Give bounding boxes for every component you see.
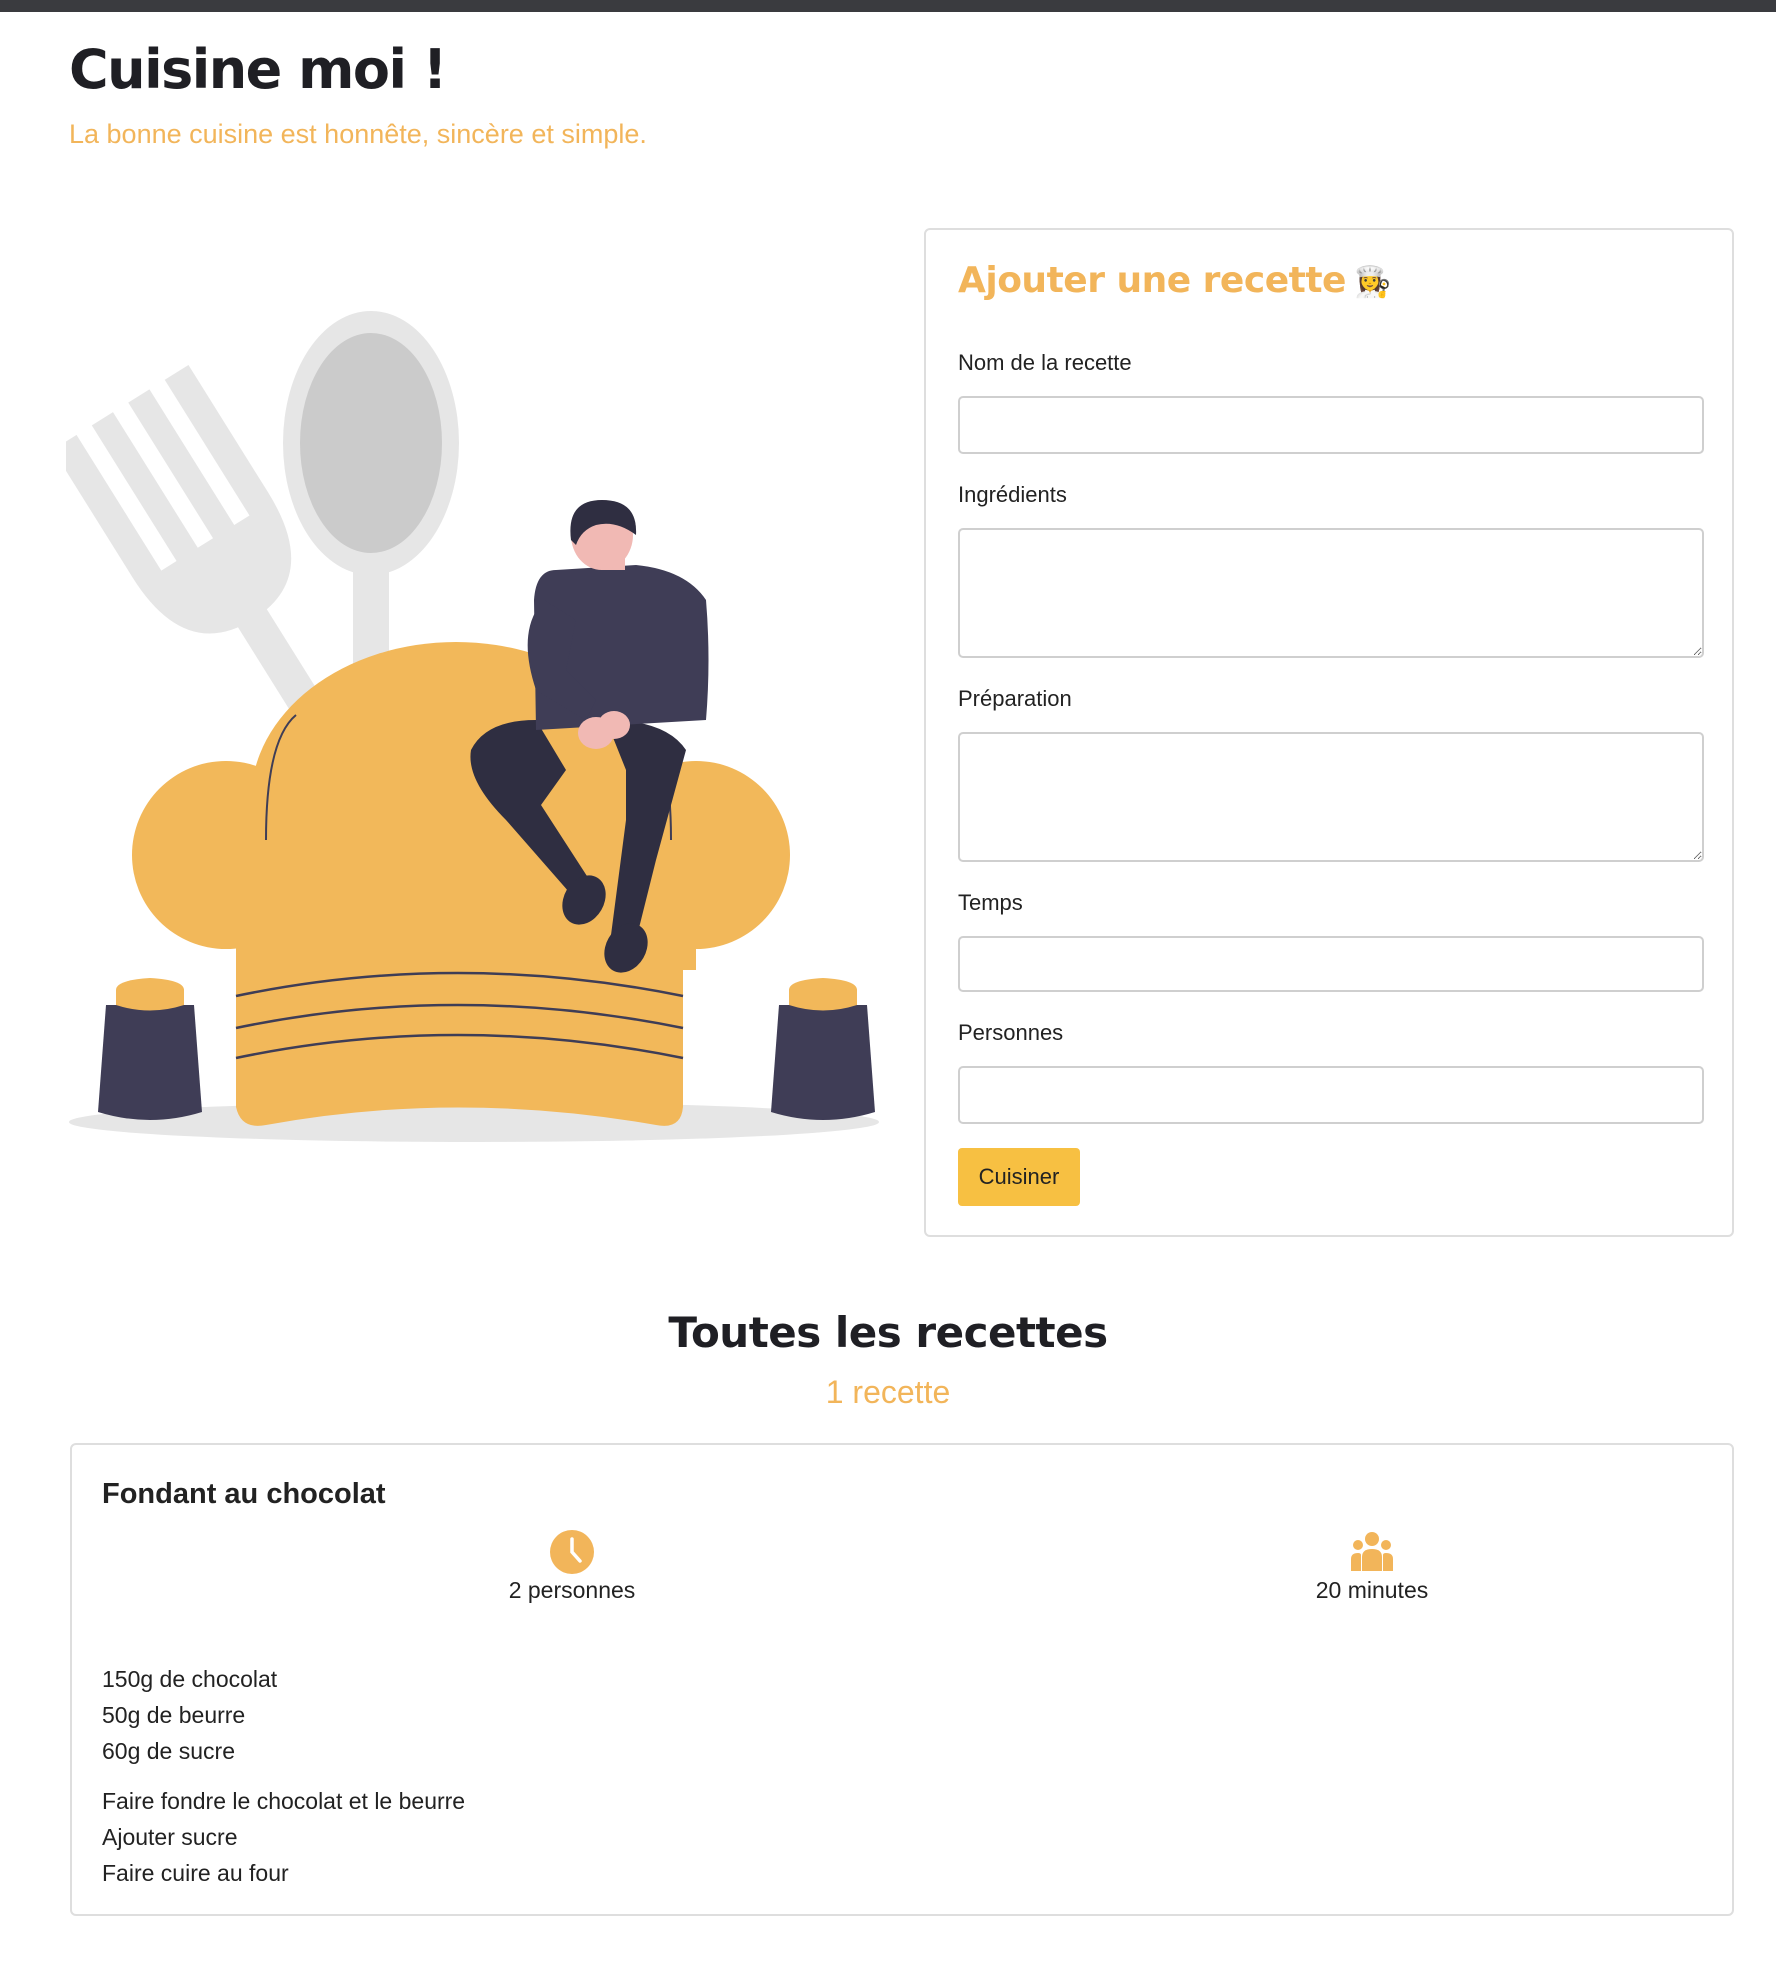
step-item: Faire cuire au four — [102, 1860, 289, 1886]
cook-submit-button[interactable]: Cuisiner — [958, 1148, 1080, 1206]
add-recipe-form: Ajouter une recette 👩‍🍳 Nom de la recette… — [924, 228, 1734, 1237]
ingredient-item: 50g de beurre — [102, 1702, 246, 1728]
salt-shaker-left — [98, 978, 202, 1120]
recipe-time: 20 minutes — [1172, 1529, 1572, 1604]
users-icon — [1351, 1532, 1393, 1571]
recipe-name-label: Nom de la recette — [958, 350, 1132, 375]
recipes-section-title: Toutes les recettes — [668, 1308, 1108, 1357]
chef-hat-illustration — [66, 311, 879, 1142]
form-title-text: Ajouter une recette — [958, 260, 1346, 301]
salt-shaker-right — [771, 978, 875, 1120]
chef-emoji-icon: 👩‍🍳 — [1353, 265, 1391, 300]
recipe-people-text: 2 personnes — [508, 1577, 636, 1603]
ingredient-item: 150g de chocolat — [102, 1666, 278, 1692]
ingredients-label: Ingrédients — [958, 482, 1067, 507]
site-subtitle: La bonne cuisine est honnête, sincère et… — [69, 119, 647, 149]
step-item: Ajouter sucre — [102, 1824, 238, 1850]
people-input[interactable] — [958, 1066, 1704, 1124]
preparation-textarea[interactable] — [958, 732, 1704, 862]
time-input[interactable] — [958, 936, 1704, 992]
recipe-card: Fondant au chocolat 2 personnes 20 minut… — [70, 1443, 1734, 1916]
recipe-people: 2 personnes — [372, 1529, 772, 1604]
recipe-time-text: 20 minutes — [1315, 1577, 1429, 1603]
recipe-count: 1 recette — [825, 1374, 951, 1410]
ingredient-item: 60g de sucre — [102, 1738, 235, 1764]
time-label: Temps — [958, 890, 1023, 915]
preparation-label: Préparation — [958, 686, 1072, 711]
steps-list: Faire fondre le chocolat et le beurre Aj… — [102, 1783, 465, 1891]
ingredients-list: 150g de chocolat 50g de beurre 60g de su… — [102, 1661, 277, 1769]
recipe-name: Fondant au chocolat — [102, 1478, 386, 1510]
step-item: Faire fondre le chocolat et le beurre — [102, 1788, 466, 1814]
ingredients-textarea[interactable] — [958, 528, 1704, 658]
people-label: Personnes — [958, 1020, 1064, 1045]
recipe-name-input[interactable] — [958, 396, 1704, 454]
form-title: Ajouter une recette 👩‍🍳 — [958, 260, 1391, 301]
browser-top-bar — [0, 0, 1776, 12]
clock-icon — [550, 1530, 594, 1574]
site-title: Cuisine moi ! — [69, 38, 447, 101]
